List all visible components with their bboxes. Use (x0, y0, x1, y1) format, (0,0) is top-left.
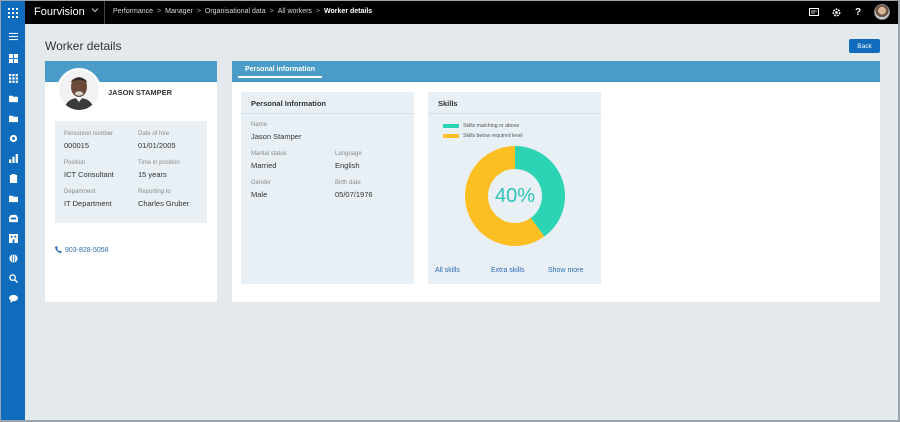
marital-status-value: Married (251, 161, 277, 170)
language-value: English (335, 161, 360, 170)
personal-information-card: Personal Information Name Jason Stamper … (241, 92, 414, 284)
personnel-number-label: Personnel number (64, 131, 114, 137)
breadcrumb-separator: > (157, 8, 162, 15)
gender-label: Gender (251, 180, 272, 186)
department-value: IT Department (64, 199, 112, 208)
skills-percent-label: 40% (494, 184, 536, 207)
worker-card: JASON STAMPER Personnel number 000015 Da… (45, 61, 217, 302)
inbox-icon[interactable] (8, 213, 18, 223)
reporting-to-value[interactable]: Charles Gruber (138, 199, 189, 208)
details-panel: Personal information Personal Informatio… (232, 61, 880, 302)
marital-status-label: Marital status (251, 151, 287, 157)
phone-number[interactable]: 903-828-5058 (65, 247, 109, 254)
tab-personal-information[interactable]: Personal information (238, 66, 323, 78)
folder-icon[interactable] (8, 93, 18, 103)
worker-photo (57, 68, 101, 112)
app-title[interactable]: Fourvision (34, 6, 85, 18)
legend-matching: Skills matching or above (443, 123, 519, 129)
breadcrumb-performance[interactable]: Performance (113, 8, 153, 15)
all-skills-link[interactable]: All skills (435, 267, 460, 274)
breadcrumb-separator: > (196, 8, 201, 15)
name-label: Name (251, 122, 268, 128)
worker-info-box: Personnel number 000015 Date of hire 01/… (55, 121, 207, 223)
settings-icon[interactable] (8, 133, 18, 143)
search-icon[interactable] (8, 273, 18, 283)
top-bar: Fourvision Performance > Manager > Organ… (1, 1, 898, 24)
building-icon[interactable] (8, 233, 18, 243)
birth-date-value: 05/07/1976 (335, 190, 373, 199)
name-value: Jason Stamper (251, 132, 302, 141)
folder-icon[interactable] (8, 113, 18, 123)
waffle-icon[interactable] (1, 1, 25, 24)
time-in-position-value: 15 years (138, 170, 167, 179)
language-label: Language (335, 151, 362, 157)
hamburger-icon[interactable] (8, 31, 18, 41)
message-icon[interactable] (808, 6, 820, 18)
breadcrumb: Performance > Manager > Organisational d… (113, 8, 372, 15)
breadcrumb-separator: > (269, 8, 274, 15)
date-of-hire-value: 01/01/2005 (138, 141, 176, 150)
folder-icon[interactable] (8, 193, 18, 203)
show-more-link[interactable]: Show more (548, 267, 583, 274)
legend-below: Skills below required level (443, 133, 523, 139)
breadcrumb-separator: > (315, 8, 321, 15)
time-in-position-label: Time in position (138, 160, 180, 166)
breadcrumb-manager[interactable]: Manager (165, 8, 193, 15)
legend-swatch-matching (443, 124, 459, 128)
divider (241, 113, 414, 114)
phone-icon (55, 246, 62, 255)
breadcrumb-all-workers[interactable]: All workers (278, 8, 312, 15)
help-icon[interactable]: ? (852, 6, 864, 18)
extra-skills-link[interactable]: Extra skills (491, 267, 524, 274)
reporting-to-label: Reporting to (138, 189, 171, 195)
breadcrumb-organisational-data[interactable]: Organisational data (205, 8, 266, 15)
breadcrumb-current: Worker details (324, 8, 373, 15)
position-value: ICT Consultant (64, 170, 114, 179)
legend-below-label: Skills below required level (463, 133, 523, 139)
phone-link[interactable]: 903-828-5058 (55, 246, 109, 255)
dashboard-icon[interactable] (8, 53, 18, 63)
panel-tab-bar: Personal information (232, 61, 880, 82)
position-label: Position (64, 160, 86, 166)
back-button[interactable]: Back (849, 39, 880, 53)
gear-icon[interactable] (830, 6, 842, 18)
page-title: Worker details (45, 39, 122, 53)
clipboard-icon[interactable] (8, 173, 18, 183)
divider (104, 1, 105, 24)
legend-matching-label: Skills matching or above (463, 123, 520, 129)
left-nav (1, 24, 25, 420)
divider (428, 113, 601, 114)
date-of-hire-label: Date of hire (138, 131, 170, 137)
personal-information-title: Personal Information (251, 99, 327, 108)
legend-swatch-below (443, 134, 459, 138)
globe-icon[interactable] (8, 253, 18, 263)
chart-icon[interactable] (8, 153, 18, 163)
chat-icon[interactable] (8, 293, 18, 303)
skills-title: Skills (438, 99, 458, 108)
apps-icon[interactable] (8, 73, 18, 83)
worker-name: JASON STAMPER (108, 88, 173, 97)
department-label: Department (64, 189, 96, 195)
chevron-down-icon[interactable] (91, 6, 99, 16)
app-frame: Fourvision Performance > Manager > Organ… (1, 1, 898, 420)
birth-date-label: Birth date (335, 180, 361, 186)
skills-card: Skills Skills matching or above Skills b… (428, 92, 601, 284)
personnel-number-value: 000015 (64, 141, 90, 150)
gender-value: Male (251, 190, 268, 199)
user-avatar[interactable] (874, 4, 890, 20)
top-icons: ? (808, 4, 890, 20)
